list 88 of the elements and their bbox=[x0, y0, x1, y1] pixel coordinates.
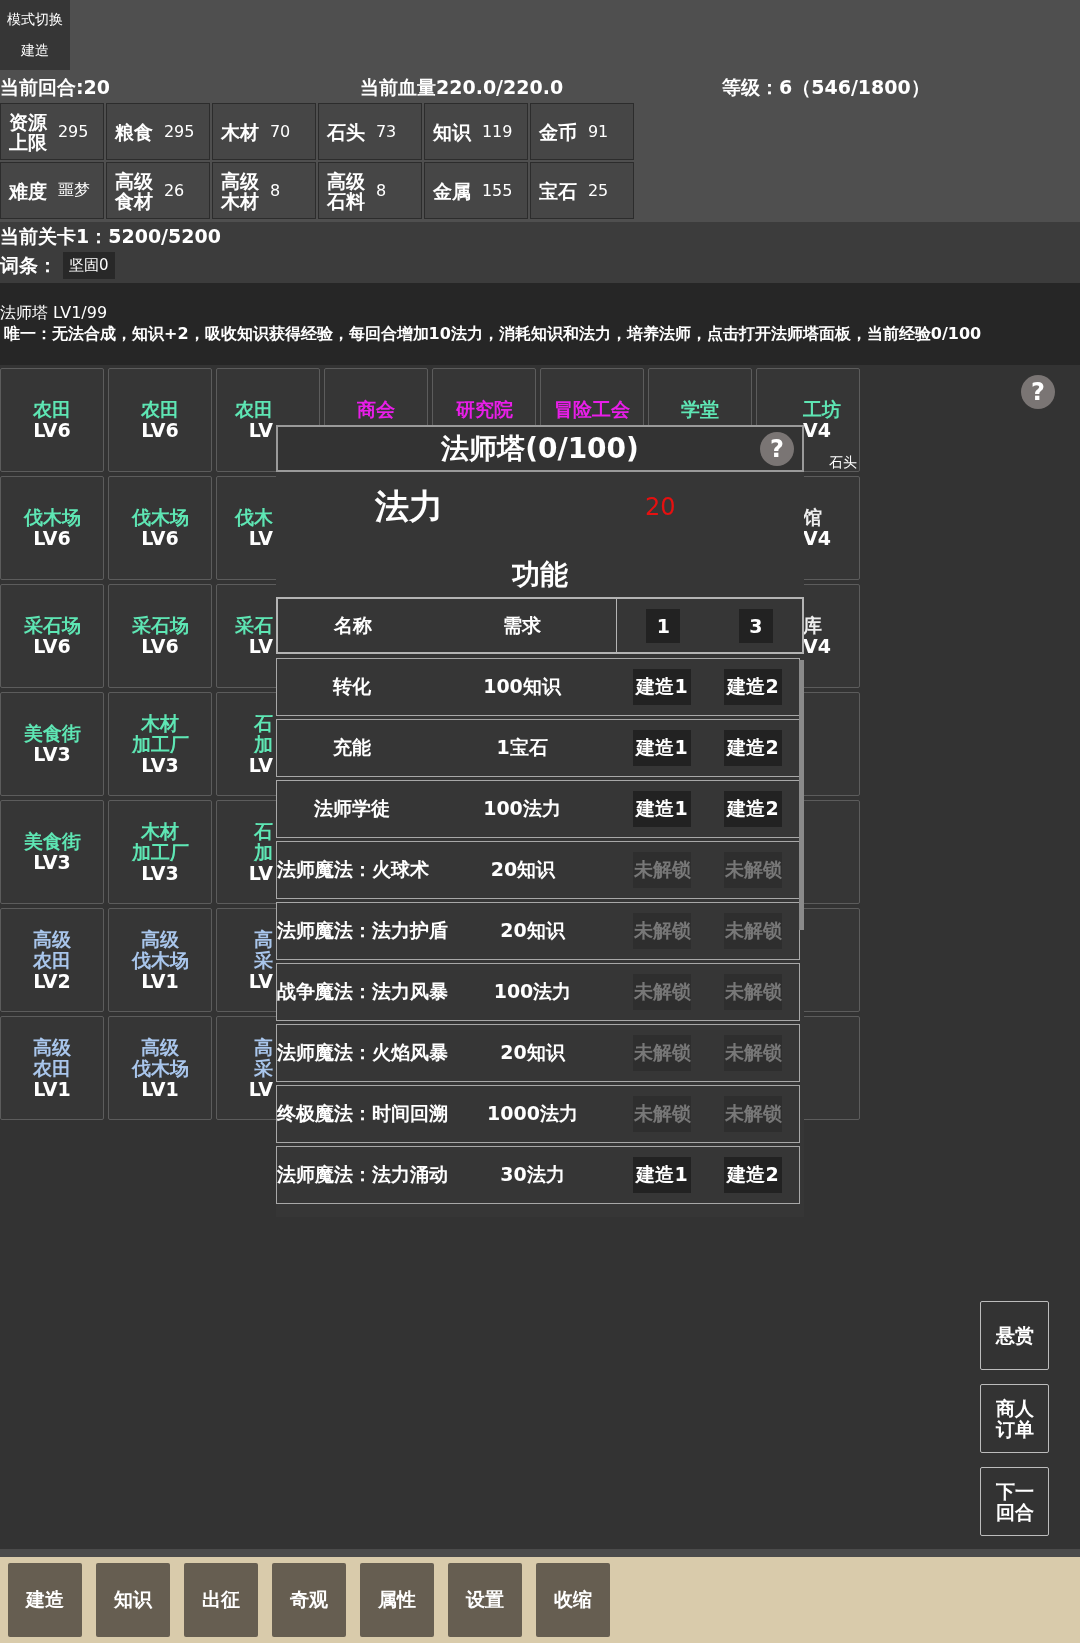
build-button[interactable]: 建造1 bbox=[633, 1157, 691, 1193]
quantity-button[interactable]: 1 bbox=[646, 608, 681, 643]
side-button[interactable]: 商人订单 bbox=[980, 1384, 1049, 1453]
build-button[interactable]: 建造2 bbox=[724, 730, 782, 766]
menu-button[interactable]: 知识 bbox=[96, 1563, 170, 1637]
building-tile[interactable]: 农田 LV6 bbox=[0, 368, 104, 472]
building-tile[interactable]: 木材 加工厂 LV3 bbox=[108, 800, 212, 904]
building-tile[interactable]: 采石场 LV6 bbox=[0, 584, 104, 688]
building-tile[interactable]: 高级 伐木场 LV1 bbox=[108, 1016, 212, 1120]
health-text: 当前血量220.0/220.0 bbox=[360, 75, 565, 100]
mode-switch-button[interactable]: 模式切换 建造 bbox=[0, 0, 70, 70]
build-button[interactable]: 建造2 bbox=[724, 1157, 782, 1193]
build-button[interactable]: 建造1 bbox=[633, 669, 691, 705]
resource-value: 73 bbox=[375, 122, 397, 141]
mana-label: 法力 bbox=[375, 485, 444, 528]
building-tile[interactable]: 木材 加工厂 LV3 bbox=[108, 692, 212, 796]
building-description: 唯一：无法合成，知识+2，吸收知识获得经验，每回合增加10法力，消耗知识和法力，培养法师，点击打开法师塔面板，当前经验0/100 bbox=[3, 324, 983, 345]
building-tile[interactable]: 采石场 LV6 bbox=[108, 584, 212, 688]
resource-value: 8 bbox=[375, 181, 387, 200]
resource-label: 宝石 bbox=[539, 180, 578, 201]
building-tile[interactable]: 美食街 LV3 bbox=[0, 800, 104, 904]
building-tile[interactable]: 高级 农田 LV2 bbox=[0, 908, 104, 1012]
resource-value: 70 bbox=[269, 122, 291, 141]
function-cost: 20知识 bbox=[489, 857, 557, 882]
function-cost: 100知识 bbox=[482, 674, 562, 699]
round-counter: 当前回合:20 bbox=[0, 75, 112, 100]
resource-label: 知识 bbox=[433, 121, 472, 142]
resource-value: 8 bbox=[269, 181, 281, 200]
resource-label: 高级食材 bbox=[115, 170, 154, 211]
menu-button[interactable]: 属性 bbox=[360, 1563, 434, 1637]
function-cost: 20知识 bbox=[499, 1040, 566, 1065]
scrollbar[interactable] bbox=[799, 660, 804, 930]
function-name: 充能 bbox=[332, 735, 372, 760]
mana-value: 20 bbox=[645, 493, 676, 521]
affix-tag: 坚固0 bbox=[63, 252, 115, 279]
resource-value: 26 bbox=[163, 181, 185, 200]
function-cost: 30法力 bbox=[499, 1162, 566, 1187]
resource-label: 资源上限 bbox=[9, 111, 48, 152]
build-button[interactable]: 建造1 bbox=[633, 791, 691, 827]
menu-button[interactable]: 出征 bbox=[184, 1563, 258, 1637]
menu-button[interactable]: 建造 bbox=[8, 1563, 82, 1637]
resource-label: 高级石料 bbox=[327, 170, 366, 211]
building-tile[interactable]: 农田 LV6 bbox=[108, 368, 212, 472]
resource-value: 91 bbox=[587, 122, 609, 141]
function-name: 法师魔法：法力涌动 bbox=[277, 1162, 448, 1187]
affix-label: 词条： bbox=[0, 252, 57, 278]
function-cost: 1宝石 bbox=[495, 735, 549, 760]
building-tile[interactable]: 伐木场 LV6 bbox=[0, 476, 104, 580]
resource-value: 119 bbox=[481, 122, 513, 141]
building-tile[interactable]: 伐木场 LV6 bbox=[108, 476, 212, 580]
function-cost: 1000法力 bbox=[486, 1101, 579, 1126]
menu-button[interactable]: 设置 bbox=[448, 1563, 522, 1637]
building-tile[interactable]: 高级 伐木场 LV1 bbox=[108, 908, 212, 1012]
help-icon[interactable]: ? bbox=[760, 432, 794, 466]
menu-button[interactable]: 收缩 bbox=[536, 1563, 610, 1637]
build-button[interactable]: 建造1 bbox=[633, 730, 691, 766]
column-header: 名称 bbox=[333, 612, 373, 638]
building-tile[interactable]: 美食街 LV3 bbox=[0, 692, 104, 796]
resource-label: 木材 bbox=[221, 121, 260, 142]
tile-note-text: 石头 bbox=[829, 454, 857, 470]
resource-label: 石头 bbox=[327, 121, 366, 142]
build-button[interactable]: 建造2 bbox=[724, 669, 782, 705]
side-button[interactable]: 悬赏 bbox=[980, 1301, 1049, 1370]
quantity-button[interactable]: 3 bbox=[738, 608, 773, 643]
column-header: 需求 bbox=[502, 612, 542, 638]
stage-info: 当前关卡1：5200/5200 bbox=[0, 224, 222, 249]
resource-label: 粮食 bbox=[115, 121, 154, 142]
resource-value: 295 bbox=[57, 122, 89, 141]
function-cost: 100法力 bbox=[492, 979, 573, 1004]
building-title: 法师塔 LV1/99 bbox=[0, 303, 109, 324]
side-button[interactable]: 下一回合 bbox=[980, 1467, 1049, 1536]
resource-value: 295 bbox=[163, 122, 195, 141]
level-text: 等级：6（546/1800） bbox=[722, 75, 930, 100]
help-icon[interactable]: ? bbox=[1021, 375, 1055, 409]
resource-value: 噩梦 bbox=[57, 180, 90, 201]
menu-button[interactable]: 奇观 bbox=[272, 1563, 346, 1637]
resource-value: 155 bbox=[481, 181, 513, 200]
resource-label: 金属 bbox=[433, 180, 472, 201]
build-button[interactable]: 建造2 bbox=[724, 791, 782, 827]
function-cost: 100法力 bbox=[482, 796, 562, 821]
resource-label: 高级木材 bbox=[221, 170, 260, 211]
function-name: 转化 bbox=[331, 674, 372, 699]
resource-label: 难度 bbox=[9, 180, 48, 201]
building-tile[interactable]: 高级 农田 LV1 bbox=[0, 1016, 104, 1120]
resource-value: 25 bbox=[587, 181, 609, 200]
function-cost: 20知识 bbox=[499, 918, 566, 943]
section-title: 功能 bbox=[511, 557, 569, 593]
resource-label: 金币 bbox=[539, 121, 578, 142]
